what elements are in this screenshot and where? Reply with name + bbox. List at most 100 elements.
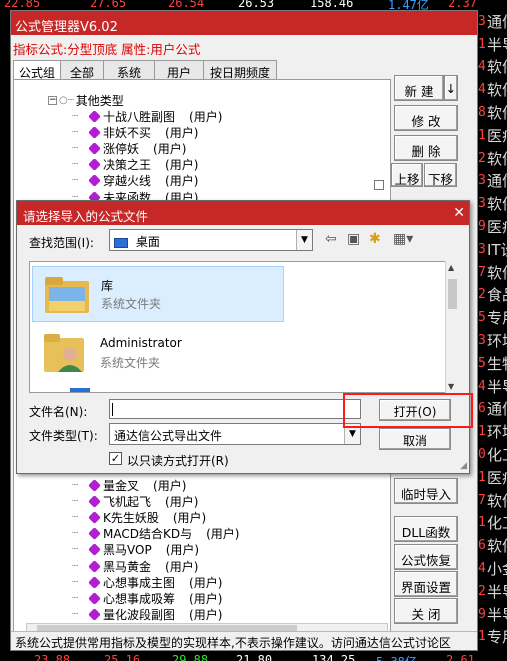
dialog-close-icon[interactable]: ✕	[453, 205, 465, 221]
tree-item[interactable]: ┈ 心想事成吸筹 (用户)	[72, 590, 222, 606]
tree-item-tag: (用户)	[165, 543, 200, 558]
scroll-down-icon[interactable]: ▼	[448, 382, 454, 391]
tree-item-tag: (用户)	[165, 158, 199, 173]
quote-value: 1.47亿	[388, 0, 429, 10]
import-file-dialog: 请选择导入的公式文件 ✕ 查找范围(I): 桌面 ▼ ⇦ ▣ ✱ ▦▾ 库 系统…	[16, 200, 470, 474]
sector-row: 1半导	[478, 33, 507, 56]
sector-digit: 3	[478, 241, 486, 257]
close-button[interactable]: 关 闭	[394, 598, 458, 624]
sector-digit: 7	[478, 492, 486, 508]
tree-item[interactable]: ┈ 穿越火线 (用户)	[72, 173, 198, 189]
formula-icon	[88, 174, 101, 188]
tree-item[interactable]: ┈ 量金叉 (用户)	[72, 477, 186, 493]
sector-name: 化工	[487, 446, 507, 465]
look-in-value: 桌面	[135, 235, 160, 249]
new-folder-icon[interactable]: ✱	[369, 231, 381, 247]
tree-item[interactable]: ┈ 决策之王 (用户)	[72, 157, 198, 173]
sector-digit: 3	[478, 13, 486, 29]
edit-button[interactable]: 修 改	[394, 105, 458, 131]
tree-checkbox[interactable]	[374, 180, 384, 190]
tree-item-tag: (用户)	[189, 109, 223, 124]
readonly-label: 以只读方式打开(R)	[127, 454, 229, 468]
sector-digit: 9	[478, 219, 486, 235]
view-menu-icon[interactable]: ▦▾	[393, 231, 413, 247]
move-down-button[interactable]: 下移	[424, 163, 457, 187]
key-icon: ○┈	[59, 95, 74, 106]
tree-item[interactable]: ┈ 涨停妖 (用户)	[72, 140, 186, 156]
list-item-library[interactable]: 库 系统文件夹	[32, 266, 284, 322]
tree-item[interactable]: ┈ MACD结合KD与 (用户)	[72, 526, 239, 542]
desktop-icon	[114, 237, 128, 248]
tree-item[interactable]: ┈ 心想事成主图 (用户)	[72, 574, 222, 590]
scroll-thumb[interactable]	[448, 279, 457, 309]
sector-digit: 3	[478, 333, 486, 349]
sector-row: 3通信	[478, 10, 507, 33]
temp-import-button[interactable]: 临时导入	[394, 478, 458, 504]
tree-item[interactable]: ┈ 十战八胜副图 (用户)	[72, 108, 222, 124]
tab-by-date-frequency[interactable]: 按日期频度	[203, 60, 277, 80]
sector-digit: 8	[478, 105, 486, 121]
file-list[interactable]: 库 系统文件夹 Administrator 系统文件夹	[29, 261, 459, 393]
tab-strip: 公式组 全部 系统 用户 按日期频度	[13, 60, 277, 81]
back-arrow-icon[interactable]: ⇦	[325, 231, 337, 247]
sector-row: 2半导	[478, 580, 507, 603]
look-in-combo[interactable]: 桌面 ▼	[109, 229, 313, 251]
cancel-button[interactable]: 取消	[379, 428, 451, 450]
tree-item-name: 心想事成主图	[103, 575, 176, 590]
sector-name: 软件	[487, 149, 507, 168]
tab-all[interactable]: 全部	[60, 60, 104, 80]
quote-value: 2.61	[446, 653, 475, 661]
scroll-up-icon[interactable]: ▲	[448, 263, 454, 272]
sector-name: 医疗	[487, 468, 507, 487]
filename-input[interactable]	[109, 399, 361, 419]
chevron-down-icon[interactable]: ▼	[296, 230, 312, 250]
collapse-icon[interactable]: −	[48, 96, 57, 105]
tree-connector: ┈	[72, 159, 79, 171]
formula-icon	[88, 125, 101, 139]
list-item-type: 系统文件夹	[101, 297, 162, 311]
tree-item-name: 心想事成吸筹	[103, 591, 176, 606]
tree-item[interactable]: ┈ 黑马黄金 (用户)	[72, 558, 198, 574]
sector-name: 软件	[487, 58, 507, 77]
tree-item[interactable]: ┈ 飞机起飞 (用户)	[72, 493, 198, 509]
readonly-checkbox[interactable]: ✓	[109, 452, 122, 465]
tree-connector: ┈	[72, 175, 79, 187]
tab-system[interactable]: 系统	[103, 60, 155, 80]
delete-button[interactable]: 删 除	[394, 135, 458, 161]
tree-connector: ┈	[72, 576, 79, 588]
sector-name: 环境	[487, 423, 507, 442]
partial-item-icon	[70, 388, 90, 392]
tree-item[interactable]: ┈ 非妖不买 (用户)	[72, 124, 198, 140]
sector-row: 6软件	[478, 534, 507, 557]
file-list-scrollbar[interactable]: ▲ ▼	[445, 261, 459, 393]
sector-digit: 1	[478, 424, 486, 440]
up-folder-icon[interactable]: ▣	[347, 231, 360, 247]
formula-restore-button[interactable]: 公式恢复	[394, 544, 458, 570]
new-button[interactable]: 新 建	[394, 75, 444, 101]
new-dropdown-button[interactable]: ↓	[444, 75, 458, 101]
sector-row: 9医疗	[478, 215, 507, 238]
tree-item-tag: (用户)	[165, 125, 199, 140]
dll-function-button[interactable]: DLL函数	[394, 516, 458, 542]
tab-formula-group[interactable]: 公式组	[13, 60, 61, 81]
tree-item-name: 涨停妖	[103, 141, 140, 156]
tab-user[interactable]: 用户	[154, 60, 204, 80]
tree-item[interactable]: ┈ K先生妖股 (用户)	[72, 509, 206, 525]
tree-item[interactable]: ┈ 黑马VOP (用户)	[72, 542, 199, 558]
resize-grip-icon[interactable]: ◢	[460, 461, 467, 471]
list-item-administrator[interactable]: Administrator 系统文件夹	[32, 326, 284, 382]
sector-digit: 0	[478, 447, 486, 463]
sector-name: 医疗	[487, 126, 507, 145]
sector-row: 4小金	[478, 557, 507, 580]
tree-item[interactable]: ┈ 量化波段副图 (用户)	[72, 607, 222, 623]
tree-item-name: 黑马黄金	[103, 559, 152, 574]
sector-name: 食品	[487, 286, 507, 305]
tree-connector: ┈	[72, 592, 79, 604]
filetype-combo[interactable]: 通达信公式导出文件 ▼	[109, 423, 361, 445]
move-up-button[interactable]: 上移	[391, 163, 423, 187]
tree-connector: ┈	[72, 479, 79, 491]
sector-row: 3通信	[478, 170, 507, 193]
tree-category[interactable]: − ○┈ 其他类型	[48, 92, 124, 109]
sector-row: 0化工	[478, 443, 507, 466]
ui-settings-button[interactable]: 界面设置	[394, 571, 458, 597]
